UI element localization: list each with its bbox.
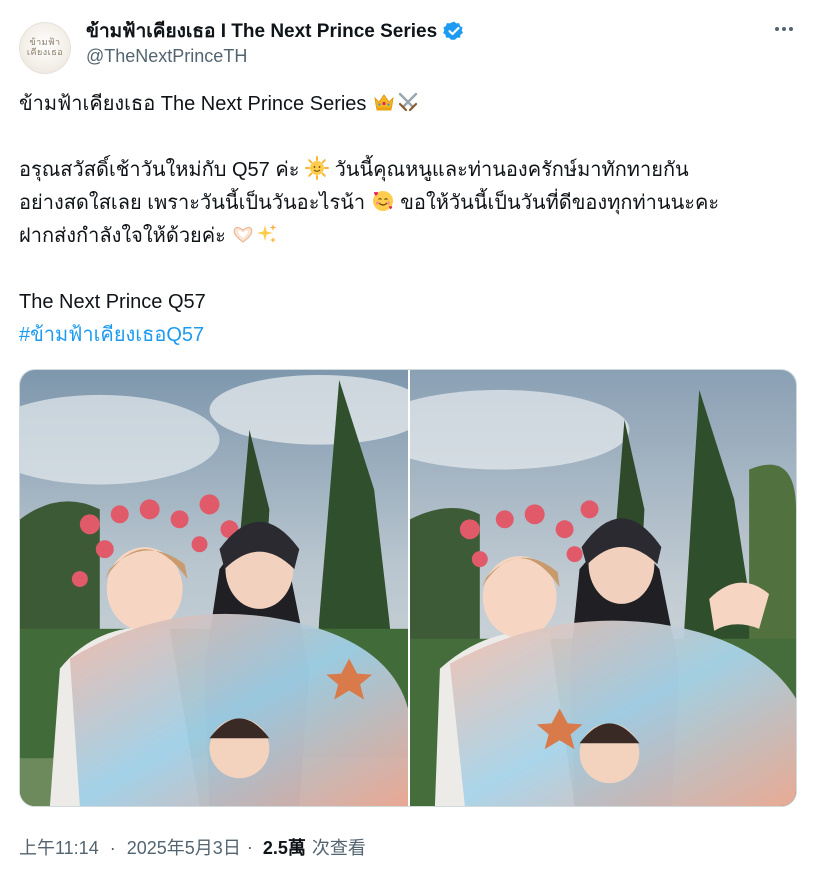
- account-handle[interactable]: @TheNextPrinceTH: [86, 46, 247, 67]
- more-options-icon[interactable]: [767, 14, 801, 44]
- tweet-meta: 上午11:14 · 2025年5月3日 · 2.5萬 次查看: [19, 834, 366, 860]
- avatar-logo-line1: ข้ามฟ้า: [29, 38, 61, 48]
- tweet-header: ข้ามฟ้า เคียงเธอ ข้ามฟ้าเคียงเธอ I The N…: [19, 12, 801, 76]
- tweet-time-link[interactable]: 上午11:14 · 2025年5月3日: [19, 834, 241, 860]
- tweet-text: ข้ามฟ้าเคียงเธอ The Next Prince Series อ…: [19, 88, 809, 352]
- tweet-line-5: The Next Prince Q57: [19, 286, 809, 319]
- tweet-line-3b-text: ขอให้วันนี้เป็นวันที่ดีของทุกท่านนะคะ: [394, 192, 720, 214]
- tweet-line-1: ข้ามฟ้าเคียงเธอ The Next Prince Series: [19, 88, 809, 121]
- tweet-line-6: #ข้ามฟ้าเคียงเธอQ57: [19, 319, 809, 352]
- heart-hands-emoji: [234, 226, 253, 243]
- photo-1[interactable]: [20, 370, 410, 806]
- crown-emoji: [374, 94, 394, 111]
- tweet-line-5-text: The Next Prince Q57: [19, 291, 206, 313]
- sparkles-emoji: [257, 224, 277, 243]
- views-label: 次查看: [311, 838, 366, 858]
- tweet-line-1-text: ข้ามฟ้าเคียงเธอ The Next Prince Series: [19, 93, 372, 115]
- crossed-swords-emoji: [398, 92, 418, 112]
- photo-2-image: [410, 370, 796, 806]
- photo-1-image: [20, 370, 408, 806]
- tweet-line-4-text: ฝากส่งกำลังใจให้ด้วยค่ะ: [19, 225, 232, 247]
- tweet-line-2-text: อรุณสวัสดิ์เช้าวันใหม่กับ Q57 ค่ะ: [19, 159, 306, 181]
- display-name[interactable]: ข้ามฟ้าเคียงเธอ I The Next Prince Series: [86, 16, 437, 46]
- tweet-time: 上午11:14: [19, 838, 99, 858]
- hashtag-link[interactable]: #ข้ามฟ้าเคียงเธอQ57: [19, 324, 204, 346]
- views-count: 2.5萬: [262, 838, 306, 858]
- avatar-logo-line2: เคียงเธอ: [26, 48, 64, 58]
- meta-separator: ·: [109, 838, 116, 858]
- sun-with-face-emoji: [305, 156, 330, 180]
- meta-separator: ·: [246, 836, 253, 857]
- tweet-line-3: อย่างสดใสเลย เพราะวันนี้เป็นวันอะไรน้า ข…: [19, 187, 809, 220]
- tweet-line-2: อรุณสวัสดิ์เช้าวันใหม่กับ Q57 ค่ะ วันนี้…: [19, 154, 809, 187]
- media-gallery: [19, 369, 797, 807]
- tweet-line-4: ฝากส่งกำลังใจให้ด้วยค่ะ: [19, 220, 809, 253]
- smiling-face-with-hearts-emoji: [372, 191, 393, 211]
- name-row: ข้ามฟ้าเคียงเธอ I The Next Prince Series: [86, 16, 465, 46]
- tweet-date: 2025年5月3日: [126, 838, 241, 858]
- tweet-line-2b-text: วันนี้คุณหนูและท่านองครักษ์มาทักทายกัน: [329, 159, 689, 181]
- verified-badge-icon: [443, 21, 464, 40]
- photo-2[interactable]: [410, 370, 796, 806]
- tweet-line-3-text: อย่างสดใสเลย เพราะวันนี้เป็นวันอะไรน้า: [19, 192, 371, 214]
- avatar[interactable]: ข้ามฟ้า เคียงเธอ: [19, 22, 71, 74]
